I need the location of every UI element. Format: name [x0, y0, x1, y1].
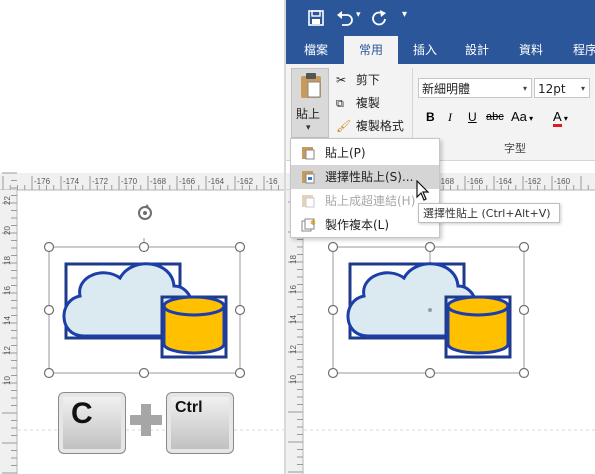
svg-text:✱: ✱	[310, 219, 316, 227]
ruler-tick-label: -174	[63, 177, 80, 186]
paste-dropdown-icon: ▾	[306, 123, 311, 133]
save-icon[interactable]	[308, 10, 324, 26]
cut-button[interactable]: ✂ 剪下	[336, 69, 380, 91]
clipboard-icon	[301, 73, 321, 98]
title-bar: ▾ ▾	[286, 0, 595, 36]
paste-label: 貼上	[296, 107, 321, 121]
ruler-tick-label: 18	[289, 255, 298, 264]
tooltip: 選擇性貼上 (Ctrl+Alt+V)	[418, 203, 560, 223]
format-painter-label: 複製格式	[355, 119, 404, 133]
tab-file[interactable]: 檔案	[296, 36, 336, 64]
left-drawing-pane: -176 -174 -172 -170 -168 -166 -164 -162 -16 22 20…	[0, 0, 284, 474]
rotate-handle-icon[interactable]	[136, 204, 154, 222]
font-group-label: 字型	[504, 142, 526, 155]
ruler-tick-label: 10	[3, 376, 12, 385]
chevron-down-icon[interactable]: ▾	[581, 79, 585, 99]
font-name-combo[interactable]: 新細明體 ▾	[418, 78, 532, 98]
ctrl-key: Ctrl	[166, 392, 234, 454]
ruler-tick-label: 10	[289, 375, 298, 384]
scissors-icon: ✂	[336, 73, 347, 87]
duplicate-icon: ✱	[301, 218, 316, 232]
strikethrough-button[interactable]: abc	[486, 111, 504, 123]
ruler-tick-label: 14	[289, 315, 298, 324]
ruler-tick-label: -16	[266, 177, 278, 186]
ruler-tick-label: -166	[467, 177, 484, 186]
change-case-button[interactable]: Aa ▾	[511, 109, 533, 124]
font-size-value: 12pt	[538, 82, 566, 96]
bold-button[interactable]: B	[426, 110, 435, 124]
ruler-tick-label: -162	[237, 177, 254, 186]
pasted-shape-group[interactable]	[324, 238, 534, 380]
ribbon-tabs: 檔案 常用 插入 設計 資料 程序	[286, 36, 595, 64]
copy-button[interactable]: ⧉ 複製	[336, 92, 380, 114]
change-case-label: Aa	[511, 109, 527, 124]
paste-icon	[302, 147, 315, 160]
cut-label: 剪下	[355, 73, 380, 87]
ruler-tick-label: 14	[3, 316, 12, 325]
right-app-pane: -168-166-164-162-160 201816141210	[286, 0, 595, 474]
undo-dropdown-icon[interactable]: ▾	[356, 10, 361, 20]
ruler-tick-label: -164	[496, 177, 513, 186]
ruler-tick-label: 16	[289, 285, 298, 294]
font-color-label: A	[553, 109, 562, 127]
copy-icon: ⧉	[336, 97, 344, 110]
ruler-tick-label: -166	[179, 177, 196, 186]
undo-icon[interactable]	[336, 9, 354, 27]
redo-icon[interactable]	[370, 9, 388, 27]
ctrl-key-label: Ctrl	[175, 399, 203, 416]
c-key-label: C	[71, 397, 93, 430]
format-painter-button[interactable]: 🖌 複製格式	[336, 115, 404, 137]
font-color-button[interactable]: A ▾	[553, 109, 568, 127]
ruler-tick-label: -162	[525, 177, 542, 186]
ruler-tick-label: 12	[289, 345, 298, 354]
ruler-tick-label: 18	[3, 256, 12, 265]
ruler-tick-label: -168	[150, 177, 167, 186]
ruler-tick-label: -160	[554, 177, 571, 186]
tab-home[interactable]: 常用	[344, 36, 398, 64]
copy-label: 複製	[355, 96, 380, 110]
ruler-tick-label: 20	[3, 226, 12, 235]
tab-process[interactable]: 程序	[564, 36, 595, 64]
paste-button[interactable]: 貼上 ▾	[291, 68, 329, 138]
font-size-combo[interactable]: 12pt ▾	[534, 78, 590, 98]
underline-button[interactable]: U	[468, 110, 477, 124]
paste-special-icon	[302, 171, 315, 184]
tab-design[interactable]: 設計	[456, 36, 498, 64]
menu-item-duplicate[interactable]: ✱ 製作複本(L)	[291, 213, 439, 237]
tab-insert[interactable]: 插入	[404, 36, 446, 64]
chevron-down-icon[interactable]: ▾	[523, 79, 527, 99]
plus-sign: +	[130, 404, 162, 436]
font-name-value: 新細明體	[422, 82, 471, 96]
ruler-tick-label: -164	[208, 177, 225, 186]
ruler-tick-label: -172	[92, 177, 109, 186]
tab-data[interactable]: 資料	[510, 36, 552, 64]
ruler-tick-label: -176	[34, 177, 51, 186]
ruler-tick-label: -170	[121, 177, 138, 186]
selected-shape-group[interactable]	[40, 238, 250, 380]
ruler-tick-label: 12	[3, 346, 12, 355]
menu-item-paste[interactable]: 貼上(P)	[291, 141, 439, 165]
c-key: C	[58, 392, 126, 454]
ruler-tick-label: 16	[3, 286, 12, 295]
ruler-tick-label: -168	[438, 177, 455, 186]
mouse-cursor-icon	[416, 180, 430, 201]
customize-icon[interactable]: ▾	[402, 9, 407, 20]
format-painter-icon: 🖌	[336, 119, 352, 133]
italic-button[interactable]: I	[448, 110, 452, 125]
paste-hyperlink-icon	[302, 195, 315, 208]
ruler-tick-label: 22	[3, 196, 12, 205]
